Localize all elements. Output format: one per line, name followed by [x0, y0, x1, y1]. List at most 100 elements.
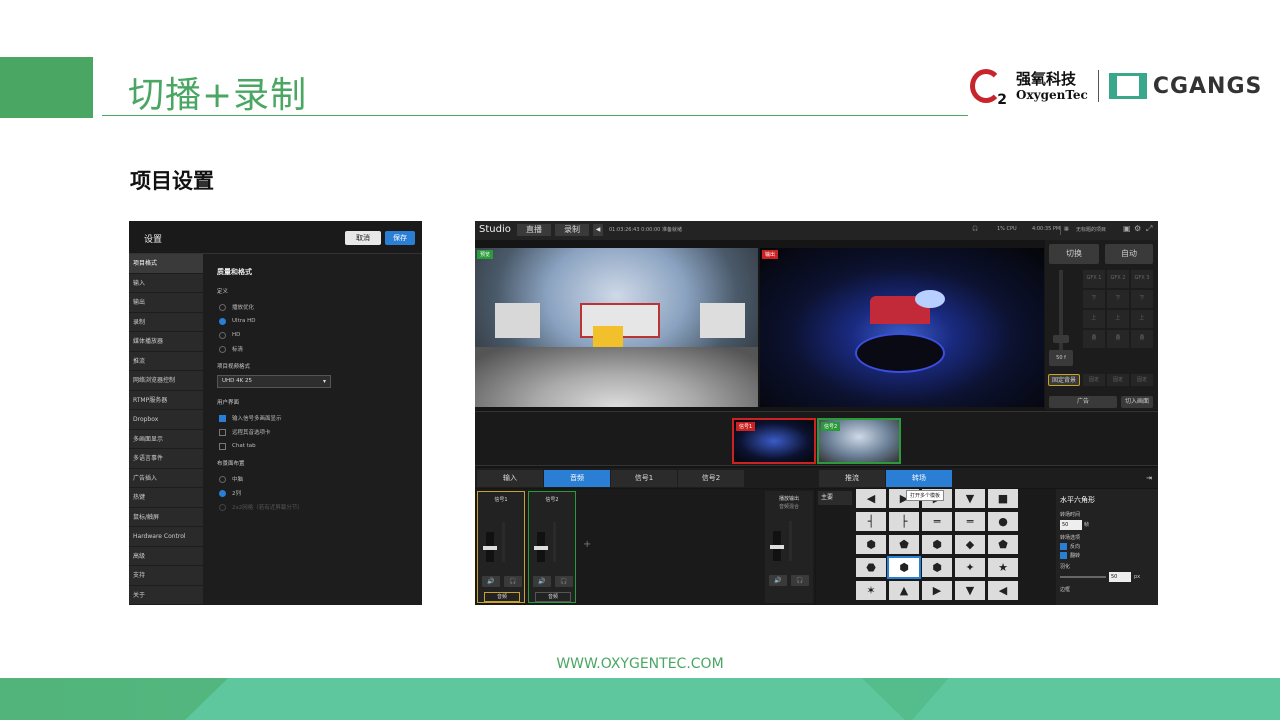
- auto-button[interactable]: 自动: [1105, 244, 1153, 264]
- sidebar-item-mouse-touch[interactable]: 鼠标/触屏: [129, 508, 203, 527]
- transition-cell[interactable]: ├: [889, 512, 919, 531]
- sidebar-item-multiview[interactable]: 多画面显示: [129, 430, 203, 449]
- switch-button[interactable]: 切换: [1049, 244, 1099, 264]
- transition-cell[interactable]: ◆: [955, 535, 985, 554]
- tab-input[interactable]: 输入: [477, 470, 543, 487]
- sidebar-item-project-format[interactable]: 项目格式: [129, 254, 203, 274]
- sidebar-item-output[interactable]: 输出: [129, 293, 203, 313]
- fix-button[interactable]: 固定: [1083, 374, 1105, 386]
- speaker-icon[interactable]: 🔊: [769, 575, 787, 586]
- definition-option[interactable]: Ultra HD: [217, 314, 417, 328]
- sidebar-item-stream[interactable]: 推流: [129, 352, 203, 371]
- headphones-icon[interactable]: 🎧: [504, 576, 522, 587]
- input-thumbnail-2[interactable]: 信号2: [817, 418, 901, 464]
- reverse-option[interactable]: 反向: [1060, 543, 1158, 550]
- transition-cell[interactable]: ⬣: [856, 558, 886, 577]
- tab-signal-2[interactable]: 信号2: [678, 470, 744, 487]
- sidebar-item-rtmp[interactable]: RTMP服务器: [129, 391, 203, 410]
- sidebar-item-about[interactable]: 关于: [129, 586, 203, 605]
- transition-cell[interactable]: ┤: [856, 512, 886, 531]
- monitor-icon[interactable]: ▣: [1123, 224, 1131, 233]
- sidebar-item-advanced[interactable]: 高级: [129, 547, 203, 566]
- transition-cell[interactable]: ⬢: [856, 535, 886, 554]
- fader-value[interactable]: 50 f: [1049, 350, 1073, 366]
- sidebar-item-media-player[interactable]: 媒体播放器: [129, 332, 203, 352]
- speaker-icon[interactable]: 🔊: [533, 576, 551, 587]
- layout-option[interactable]: 2列: [217, 486, 417, 500]
- master-fader[interactable]: [770, 531, 784, 561]
- transition-cell[interactable]: ◀: [988, 581, 1018, 600]
- transition-cell-selected[interactable]: ⬢: [887, 556, 921, 579]
- transition-cell[interactable]: ═: [955, 512, 985, 531]
- transition-cell[interactable]: ═: [922, 512, 952, 531]
- volume-fader[interactable]: [483, 532, 497, 562]
- definition-option[interactable]: 播放优化: [217, 300, 417, 314]
- cancel-button[interactable]: 取消: [345, 231, 381, 245]
- cut-in-button[interactable]: 切入画面: [1121, 396, 1153, 408]
- volume-fader[interactable]: [534, 532, 548, 562]
- sidebar-item-multilang[interactable]: 多语言事件: [129, 449, 203, 469]
- tab-live[interactable]: 直播: [517, 224, 551, 236]
- transition-category[interactable]: 主要: [818, 491, 852, 505]
- definition-option[interactable]: 标清: [217, 342, 417, 356]
- input-thumbnail-1[interactable]: 信号1: [732, 418, 816, 464]
- fix-button[interactable]: 固定: [1107, 374, 1129, 386]
- gfx-up-button[interactable]: 上: [1083, 310, 1105, 328]
- collapse-right-icon[interactable]: ⇥: [1142, 470, 1156, 487]
- transition-cell[interactable]: ⬢: [922, 558, 952, 577]
- collapse-icon[interactable]: ◀: [593, 224, 603, 236]
- program-monitor[interactable]: 输出: [760, 248, 1044, 407]
- transition-cell[interactable]: ◀: [856, 489, 886, 508]
- headphones-icon[interactable]: 🎧: [791, 575, 809, 586]
- transition-cell[interactable]: ▲: [889, 581, 919, 600]
- fix-button[interactable]: 固定: [1131, 374, 1153, 386]
- transition-cell[interactable]: ■: [988, 489, 1018, 508]
- flip-option[interactable]: 翻转: [1060, 552, 1158, 559]
- save-button[interactable]: 保存: [385, 231, 415, 245]
- tab-audio[interactable]: 音频: [544, 470, 610, 487]
- gear-icon[interactable]: ⚙: [1134, 224, 1141, 233]
- gfx-overlay-button[interactable]: 叠: [1083, 330, 1105, 348]
- transition-cell[interactable]: ●: [988, 512, 1018, 531]
- grid-icon[interactable]: ▦: [1064, 226, 1069, 232]
- gfx-down-button[interactable]: 下: [1083, 290, 1105, 308]
- softness-slider[interactable]: [1060, 576, 1106, 578]
- sidebar-item-dropbox[interactable]: Dropbox: [129, 410, 203, 430]
- definition-option[interactable]: HD: [217, 328, 417, 342]
- sidebar-item-input[interactable]: 输入: [129, 274, 203, 293]
- sidebar-item-ad-insert[interactable]: 广告插入: [129, 469, 203, 488]
- transition-cell[interactable]: ⬟: [988, 535, 1018, 554]
- tab-transition[interactable]: 转场: [886, 470, 952, 487]
- gfx-overlay-button[interactable]: 叠: [1131, 330, 1153, 348]
- sidebar-item-hotkeys[interactable]: 热键: [129, 488, 203, 508]
- ui-option[interactable]: Chat tab: [217, 439, 417, 453]
- ui-option[interactable]: 远程其音选项卡: [217, 425, 417, 439]
- sidebar-item-browser-control[interactable]: 网络浏览器控制: [129, 371, 203, 391]
- fix-bg-button[interactable]: 固定背景: [1048, 374, 1080, 386]
- channel-name[interactable]: 音频: [484, 592, 520, 602]
- gfx-up-button[interactable]: 上: [1107, 310, 1129, 328]
- tab-record[interactable]: 录制: [555, 224, 589, 236]
- transition-cell[interactable]: ▼: [955, 489, 985, 508]
- transition-cell[interactable]: ⬢: [922, 535, 952, 554]
- layout-option[interactable]: 中脑: [217, 472, 417, 486]
- sidebar-item-support[interactable]: 支持: [129, 566, 203, 586]
- transition-cell[interactable]: ▼: [955, 581, 985, 600]
- headphones-icon[interactable]: 🎧: [555, 576, 573, 587]
- gfx-down-button[interactable]: 下: [1107, 290, 1129, 308]
- tab-signal-1[interactable]: 信号1: [611, 470, 677, 487]
- tab-stream[interactable]: 推流: [819, 470, 885, 487]
- transition-cell[interactable]: ✦: [955, 558, 985, 577]
- expand-icon[interactable]: ⤢: [1146, 224, 1152, 234]
- transition-cell[interactable]: ✶: [856, 581, 886, 600]
- gfx-down-button[interactable]: 下: [1131, 290, 1153, 308]
- speaker-icon[interactable]: 🔊: [482, 576, 500, 587]
- transition-cell[interactable]: ★: [988, 558, 1018, 577]
- preview-monitor[interactable]: 预览: [475, 248, 758, 407]
- t-bar-handle[interactable]: [1053, 335, 1069, 343]
- ui-option[interactable]: 输入信号多画面显示: [217, 411, 417, 425]
- gfx-up-button[interactable]: 上: [1131, 310, 1153, 328]
- video-format-select[interactable]: UHD 4K 25: [217, 375, 331, 388]
- duration-input[interactable]: 50: [1060, 520, 1082, 530]
- layout-option[interactable]: 2x2网格（若有近屏幕分节）: [217, 500, 417, 514]
